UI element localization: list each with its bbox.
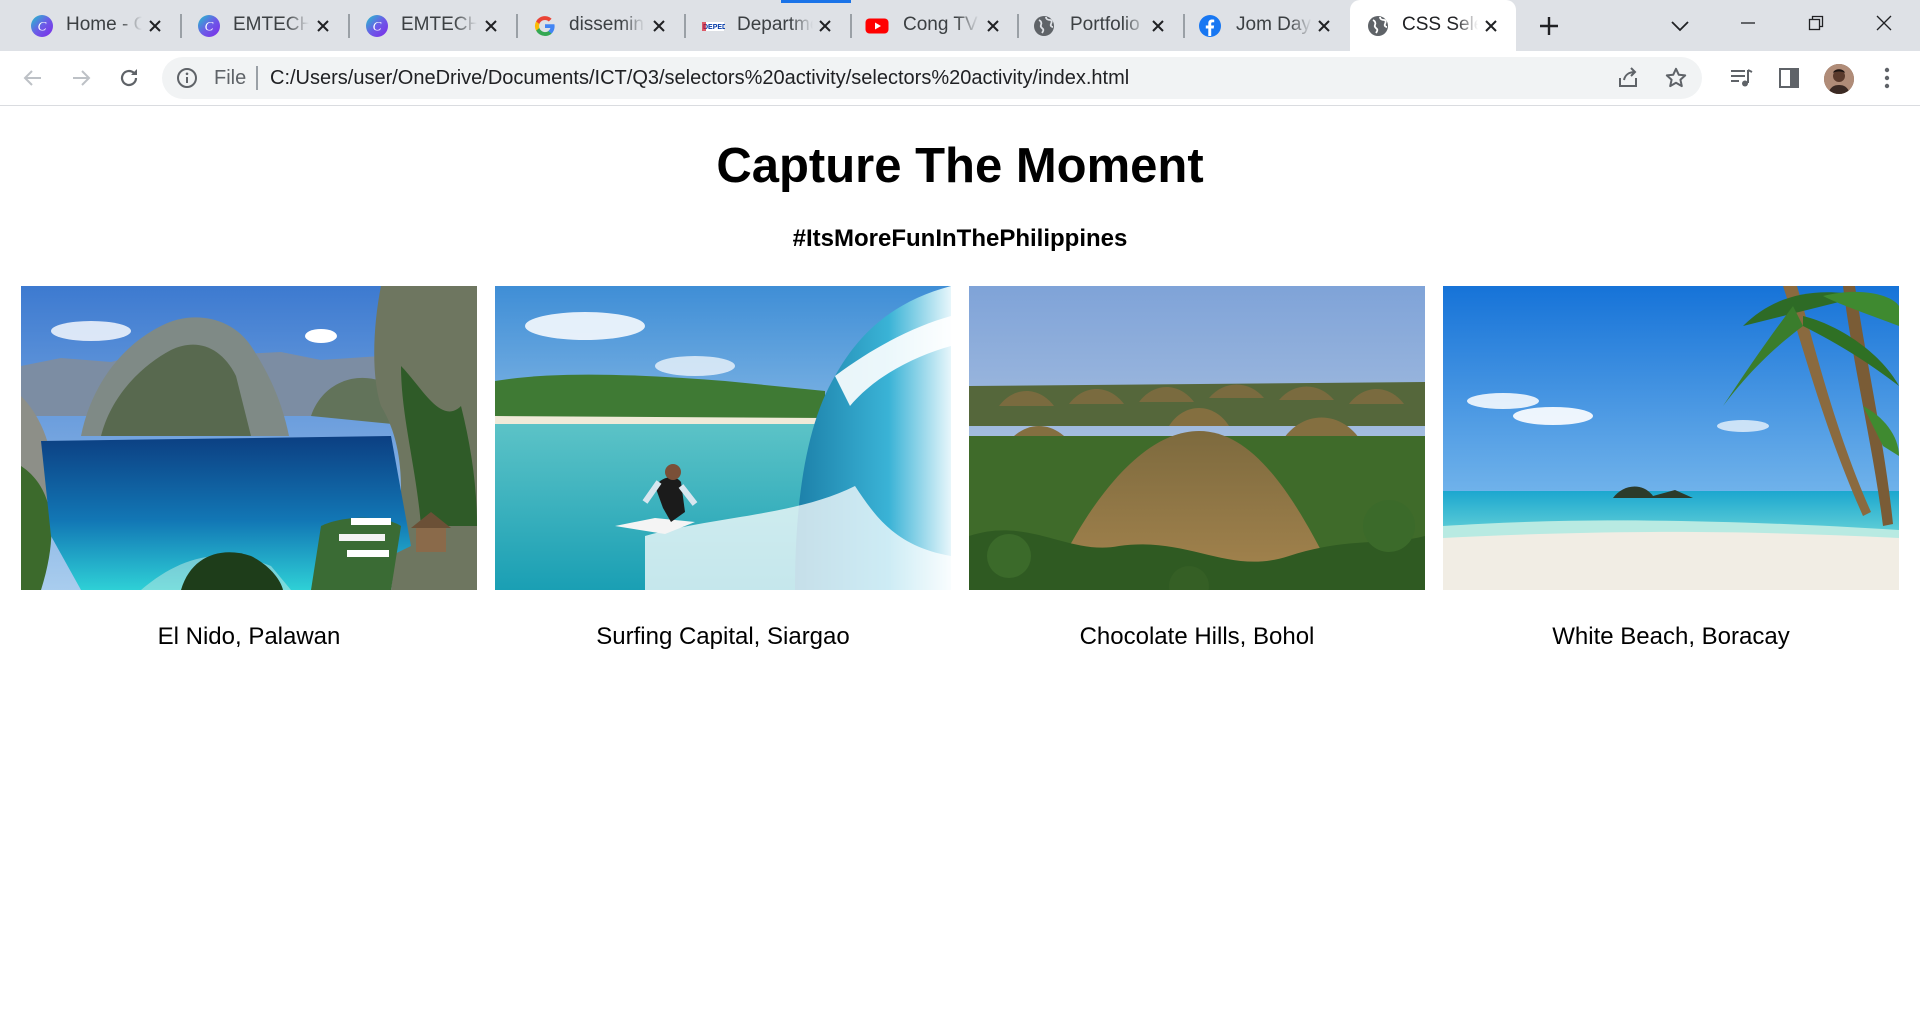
tab-title: Department [737,14,813,35]
canva-icon: C [366,15,388,37]
browser-toolbar: File C:/Users/user/OneDrive/Documents/IC… [0,51,1920,106]
browser-menu-button[interactable] [1874,65,1900,91]
close-tab-icon[interactable] [480,15,502,37]
web-page: Capture The Moment #ItsMoreFunInThePhili… [0,106,1920,1015]
plus-icon [1540,17,1558,35]
card-caption: White Beach, Boracay [1552,623,1790,650]
svg-text:C: C [38,19,47,34]
globe-icon [1368,16,1388,36]
address-bar[interactable]: File C:/Users/user/OneDrive/Documents/IC… [162,57,1702,99]
close-tab-icon[interactable] [144,15,166,37]
tab-dissemination[interactable]: dissemination [517,0,684,51]
tab-title: CSS Selectors [1402,14,1478,35]
forward-button[interactable] [64,61,98,95]
url-scheme-label: File [214,67,247,89]
side-panel-button[interactable] [1776,65,1802,91]
playlist-music-icon [1731,69,1753,87]
share-icon[interactable] [1616,66,1640,90]
close-tab-icon[interactable] [814,15,836,37]
google-icon [534,16,555,37]
close-tab-icon[interactable] [1147,15,1169,37]
close-window-button[interactable] [1850,0,1918,45]
close-icon [1876,15,1892,30]
chevron-down-icon [1671,21,1689,32]
tab-strip: C Home - Canva C EMTECH C EMTECH dissemi… [0,0,1920,51]
tab-cong-tv[interactable]: Cong TV [851,0,1018,51]
card-caption: Chocolate Hills, Bohol [1079,623,1315,650]
close-tab-icon[interactable] [312,15,334,37]
tab-title: EMTECH [401,14,477,35]
tab-title: Portfolio [1070,14,1140,35]
close-tab-icon[interactable] [1313,15,1335,37]
tab-portfolio[interactable]: Portfolio [1018,0,1183,51]
info-icon[interactable] [176,67,198,89]
tab-title: Cong TV [903,14,978,35]
tab-department[interactable]: DEPED Department [685,0,850,51]
bookmark-star-icon[interactable] [1664,66,1688,90]
tab-title: Home - Canva [66,14,142,35]
boracay-beach-photo [1443,286,1899,590]
minimize-icon [1741,21,1755,24]
close-tab-icon[interactable] [1480,15,1502,37]
side-panel-icon [1779,68,1799,88]
svg-text:DEPED: DEPED [703,24,725,31]
tab-jom-day[interactable]: Jom Day [1184,0,1349,51]
svg-text:C: C [373,19,382,34]
arrow-right-icon [73,70,91,86]
close-tab-icon[interactable] [648,15,670,37]
svg-text:C: C [205,19,214,34]
tab-emtech-2[interactable]: C EMTECH [349,0,516,51]
url-text[interactable]: C:/Users/user/OneDrive/Documents/ICT/Q3/… [270,67,1129,89]
tab-search-button[interactable] [1664,10,1696,42]
el-nido-lagoon-photo [21,286,477,590]
tab-title: dissemination [569,14,645,35]
media-controls-button[interactable] [1728,65,1754,91]
profile-photo-icon [1824,64,1854,94]
card-caption: Surfing Capital, Siargao [596,623,850,650]
tab-css-selectors[interactable]: CSS Selectors [1350,0,1516,51]
restore-icon [1808,15,1824,30]
page-title: Capture The Moment [716,139,1204,193]
gallery-card: Chocolate Hills, Bohol [969,286,1425,650]
minimize-button[interactable] [1714,0,1782,45]
kebab-menu-icon [1884,67,1890,89]
facebook-icon [1199,15,1221,37]
address-divider [256,66,258,90]
tab-emtech-1[interactable]: C EMTECH [181,0,348,51]
reload-icon [120,69,138,87]
globe-icon [1034,16,1054,36]
new-tab-button[interactable] [1533,10,1565,42]
page-subtitle: #ItsMoreFunInThePhilippines [792,225,1128,252]
restore-button[interactable] [1782,0,1850,45]
gallery-card: El Nido, Palawan [21,286,477,650]
tab-home-canva[interactable]: C Home - Canva [0,0,180,51]
close-tab-icon[interactable] [982,15,1004,37]
gallery-card: Surfing Capital, Siargao [495,286,951,650]
back-button[interactable] [16,61,50,95]
youtube-icon [865,18,889,34]
reload-button[interactable] [112,61,146,95]
arrow-left-icon [23,70,41,86]
card-caption: El Nido, Palawan [157,623,341,650]
chocolate-hills-photo [969,286,1425,590]
tab-title: Jom Day [1236,14,1311,35]
canva-icon: C [198,15,220,37]
canva-icon: C [31,15,53,37]
tab-title: EMTECH [233,14,309,35]
profile-avatar[interactable] [1824,64,1854,94]
deped-icon: DEPED [702,22,725,31]
gallery-card: White Beach, Boracay [1443,286,1899,650]
siargao-surfer-photo [495,286,951,590]
